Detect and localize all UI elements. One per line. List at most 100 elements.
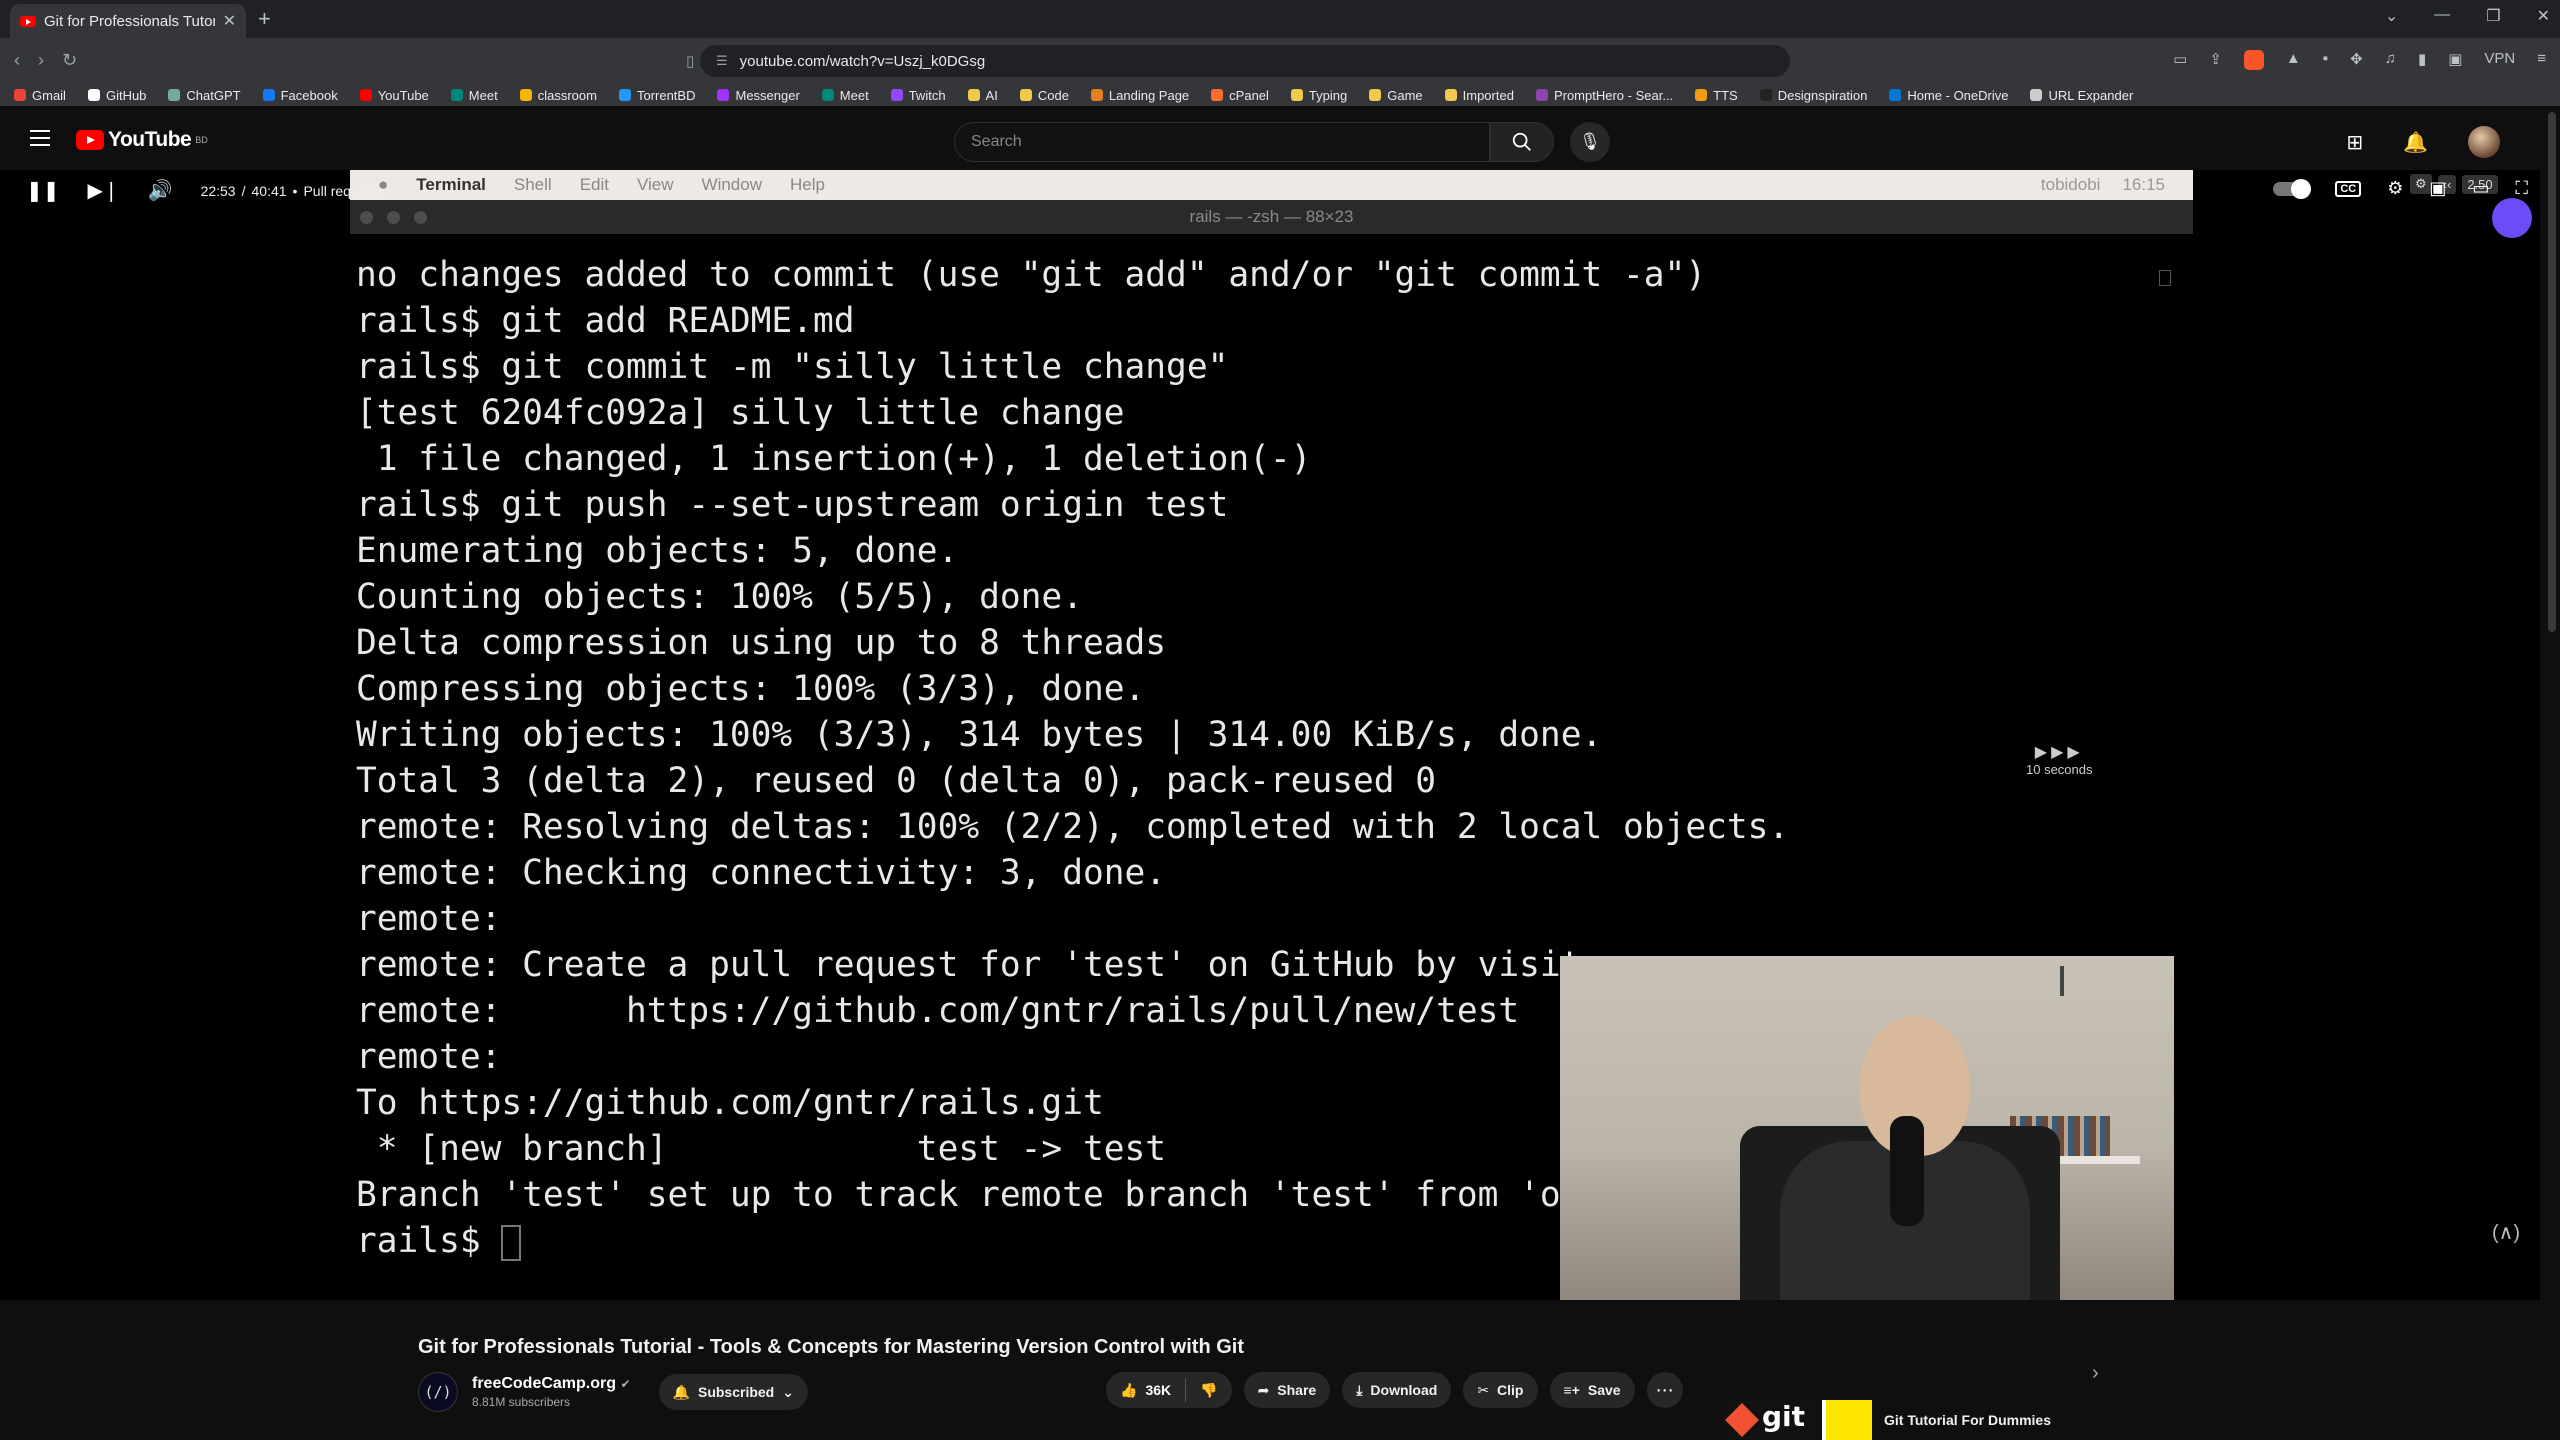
voice-search-button[interactable]: 🎙 — [1570, 122, 1610, 162]
vpn-button[interactable]: VPN — [2484, 50, 2515, 70]
brave-shields-icon[interactable] — [2243, 50, 2264, 70]
dislike-button[interactable]: 👎 — [1186, 1382, 1231, 1399]
bookmark-item[interactable]: TTS — [1695, 88, 1738, 103]
subscribed-button[interactable]: 🔔 Subscribed ⌄ — [658, 1374, 808, 1410]
bookmark-item[interactable]: cPanel — [1211, 88, 1269, 103]
region-code: BD — [195, 135, 208, 145]
clip-button[interactable]: ✂ Clip — [1463, 1372, 1538, 1408]
bookmark-item[interactable]: Meet — [821, 88, 869, 103]
address-bar[interactable]: ▯ ☰ youtube.com/watch?v=Uszj_k0DGsg — [686, 45, 1790, 77]
bookmark-item[interactable]: URL Expander — [2030, 88, 2133, 103]
bookmark-item[interactable]: ChatGPT — [168, 88, 241, 103]
recommended-thumbnail[interactable]: git — [1722, 1400, 1872, 1440]
mac-menu-item: View — [636, 175, 674, 194]
page-scrollbar[interactable] — [2548, 112, 2556, 632]
media-icon[interactable]: ♫ — [2385, 50, 2396, 70]
bookmark-item[interactable]: Designspiration — [1759, 88, 1867, 103]
browser-tabstrip: Git for Professionals Tutorial ✕ + ⌄ — ❐… — [0, 0, 2560, 38]
forward-button[interactable]: › — [38, 50, 44, 71]
terminal-titlebar: rails — -zsh — 88×23 — [350, 200, 2193, 234]
subtitles-icon[interactable]: CC — [2335, 180, 2362, 197]
brave-rewards-icon[interactable]: ▲ — [2286, 50, 2301, 70]
share-icon[interactable]: ⇪ — [2209, 50, 2222, 70]
bookmark-label: classroom — [537, 87, 597, 103]
autoplay-toggle[interactable] — [2273, 178, 2312, 199]
bookmark-item[interactable]: Facebook — [262, 88, 338, 103]
youtube-play-logo-icon — [76, 130, 104, 150]
browser-menu-icon[interactable]: ≡ — [2537, 50, 2546, 70]
bookmark-item[interactable]: TorrentBD — [618, 88, 695, 103]
bookmark-item[interactable]: Home - OneDrive — [1889, 88, 2008, 103]
bookmark-item[interactable]: Gmail — [14, 88, 66, 103]
bookmark-item[interactable]: PromptHero - Sear... — [1535, 88, 1673, 103]
bookmark-item[interactable]: Code — [1019, 88, 1069, 103]
extension-float-icon[interactable] — [2492, 198, 2532, 238]
window-close-button[interactable]: ✕ — [2537, 6, 2550, 26]
miniplayer-icon[interactable]: ▣ — [2429, 178, 2446, 199]
freecodecamp-watermark-icon[interactable]: (∧) — [2486, 1220, 2526, 1260]
bookmark-item[interactable]: YouTube — [359, 87, 429, 103]
tab-title: Git for Professionals Tutorial — [44, 12, 215, 30]
chevron-right-icon[interactable]: › — [2092, 1362, 2099, 1385]
next-video-icon[interactable]: ▶❘ — [88, 178, 120, 203]
new-tab-button[interactable]: + — [258, 6, 271, 32]
account-avatar[interactable] — [2468, 126, 2500, 158]
browser-tab-active[interactable]: Git for Professionals Tutorial ✕ — [10, 4, 246, 38]
notifications-bell-icon[interactable]: 🔔 — [2403, 130, 2428, 155]
theater-mode-icon[interactable]: ▭ — [2472, 178, 2489, 199]
time-current: 22:53 — [200, 182, 236, 199]
mac-menu-item: Terminal — [416, 175, 486, 194]
browser-toolbar: ‹ › ↻ ▯ ☰ youtube.com/watch?v=Uszj_k0DGs… — [0, 38, 2560, 84]
channel-name[interactable]: freeCodeCamp.org ✔ — [472, 1375, 631, 1393]
more-actions-icon[interactable]: ⋯ — [1646, 1372, 1683, 1408]
bookmark-item[interactable]: Game — [1369, 88, 1423, 103]
bookmark-label: Imported — [1462, 87, 1514, 103]
bookmark-favicon-icon — [1090, 89, 1103, 101]
bookmark-item[interactable]: Twitch — [890, 88, 946, 103]
bookmark-label: AI — [985, 87, 998, 103]
create-video-icon[interactable]: ⊞ — [2346, 130, 2363, 155]
back-button[interactable]: ‹ — [14, 50, 20, 71]
download-button[interactable]: ⤓ Download — [1342, 1372, 1452, 1408]
bookmark-item[interactable]: Messenger — [717, 88, 800, 103]
search-button[interactable] — [1490, 122, 1554, 162]
bookmark-item[interactable]: Meet — [450, 88, 498, 103]
cast-icon[interactable]: ▭ — [2173, 50, 2187, 70]
bookmark-label: Typing — [1308, 87, 1348, 103]
wallet-icon[interactable]: ▣ — [2448, 50, 2462, 70]
site-info-icon[interactable]: ☰ — [716, 53, 728, 69]
youtube-logo[interactable]: YouTube BD — [76, 128, 208, 152]
bookmark-label: YouTube — [377, 87, 429, 103]
recommended-video[interactable]: git Git Tutorial For Dummies — [1722, 1400, 2051, 1440]
reload-button[interactable]: ↻ — [62, 50, 77, 71]
terminal-line: remote: Checking connectivity: 3, done. — [356, 853, 1167, 893]
bookmark-item[interactable]: Typing — [1290, 87, 1348, 103]
search-input[interactable]: Search — [954, 122, 1490, 162]
tab-close-icon[interactable]: ✕ — [223, 11, 236, 31]
bookmark-item[interactable]: Imported — [1444, 87, 1514, 103]
menu-icon[interactable] — [30, 130, 50, 146]
recommended-title[interactable]: Git Tutorial For Dummies — [1884, 1412, 2051, 1428]
video-player[interactable]: ● Terminal Shell Edit View Window Help tobidobi… — [0, 170, 2540, 1300]
tab-search-icon[interactable]: ⌄ — [2385, 6, 2398, 26]
channel-avatar[interactable]: (/) — [418, 1372, 458, 1412]
volume-icon[interactable]: 🔊 — [148, 178, 173, 203]
pause-icon[interactable]: ❚❚ — [26, 178, 60, 203]
extensions-puzzle-icon[interactable]: ✥ — [2350, 50, 2363, 70]
bookmark-item[interactable]: GitHub — [87, 88, 146, 103]
maximize-button[interactable]: ❐ — [2486, 6, 2500, 26]
share-button[interactable]: ➦ Share — [1243, 1372, 1331, 1408]
save-button[interactable]: ≡+ Save — [1549, 1372, 1635, 1408]
bookmark-item[interactable]: Landing Page — [1090, 88, 1189, 103]
settings-gear-icon[interactable]: ⚙ — [2387, 178, 2403, 199]
bookmark-item[interactable]: classroom — [519, 87, 597, 103]
bookmark-item[interactable]: AI — [967, 87, 998, 103]
fullscreen-icon[interactable]: ⛶ — [2515, 178, 2528, 199]
bookmark-icon[interactable]: ▯ — [686, 52, 694, 70]
chapter-title[interactable]: Pull requests — [303, 183, 384, 199]
sidebar-icon[interactable]: ▮ — [2418, 50, 2426, 70]
minimize-button[interactable]: — — [2434, 6, 2450, 26]
like-button[interactable]: 👍 36K — [1106, 1382, 1185, 1399]
extension-icon[interactable]: ▪ — [2323, 50, 2328, 70]
chapter-chevron-icon[interactable]: › — [390, 183, 395, 199]
